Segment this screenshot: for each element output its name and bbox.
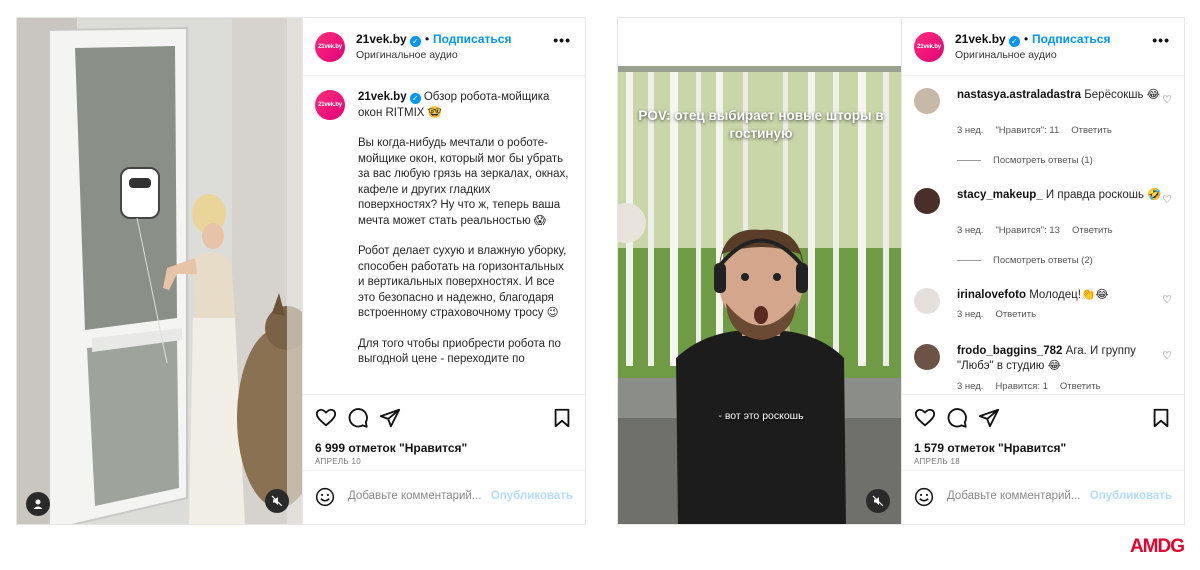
instagram-post-left: 21vek.by 21vek.by ✓ • Подписаться Оригина… <box>16 17 586 525</box>
comment-text: nastasya.astraladastra Берёсокшь 😂 <box>957 89 1161 101</box>
comment-item: frodo_baggins_782 Ага. И группу "Любэ" в… <box>914 344 1174 394</box>
verified-icon: ✓ <box>409 93 421 104</box>
video-overlay-title: POV: отец выбирает новые шторы в гостину… <box>638 108 884 141</box>
comment-meta: 3 нед. Нравится: 1 Ответить <box>957 381 1101 392</box>
user-tag-button[interactable] <box>26 492 50 516</box>
comment-icon[interactable] <box>347 407 369 429</box>
caption-body: 21vek.by ✓ Обзор робота-мойщика окон RITM… <box>358 90 571 368</box>
comment-text: irinalovefoto Молодец!👏😂 <box>957 289 1109 301</box>
instagram-post-right: POV: отец выбирает новые шторы в гостину… <box>617 17 1185 525</box>
smile-icon[interactable] <box>315 487 335 507</box>
follow-button[interactable]: Подписаться <box>433 32 511 46</box>
comment-heart-icon[interactable]: ♡ <box>1162 349 1172 362</box>
comments-list: nastasya.astraladastra Берёсокшь 😂 3 нед… <box>902 76 1184 394</box>
caption-paragraph: Для того чтобы приобрести робота по выго… <box>358 337 561 366</box>
post-date: АПРЕЛЬ 18 <box>914 457 960 466</box>
publish-button[interactable]: Опубликовать <box>491 490 573 502</box>
account-avatar[interactable]: 21vek.by <box>315 32 345 62</box>
post-sidebar: 21vek.by 21vek.by ✓ • Подписаться Оригина… <box>302 18 585 524</box>
comment-heart-icon[interactable]: ♡ <box>1162 193 1172 206</box>
username[interactable]: 21vek.by ✓ <box>356 32 421 47</box>
heart-icon[interactable] <box>914 407 936 429</box>
post-header: 21vek.by 21vek.by ✓ • Подписаться Оригина… <box>303 18 585 76</box>
caption-avatar[interactable]: 21vek.by <box>315 90 345 120</box>
account-avatar[interactable]: 21vek.by <box>914 32 944 62</box>
comment-item: nastasya.astraladastra Берёсокшь 😂 3 нед… <box>914 88 1174 168</box>
user-icon <box>33 499 43 509</box>
share-icon[interactable] <box>379 407 401 429</box>
separator-dot: • <box>1024 32 1029 46</box>
publish-button[interactable]: Опубликовать <box>1090 490 1172 502</box>
post-date: АПРЕЛЬ 10 <box>315 457 361 466</box>
likes-count[interactable]: 6 999 отметок "Нравится" <box>315 441 467 455</box>
separator-dot: • <box>425 32 430 46</box>
more-options-icon[interactable]: ••• <box>553 32 571 48</box>
comment-input[interactable]: Добавьте комментарий... <box>947 490 1080 502</box>
caption-paragraph: Вы когда-нибудь мечтали о роботе-мойщике… <box>358 137 569 227</box>
audio-link[interactable]: Оригинальное аудио <box>356 49 458 61</box>
more-options-icon[interactable]: ••• <box>1152 32 1170 48</box>
mute-icon <box>872 495 884 507</box>
comment-text: frodo_baggins_782 Ага. И группу "Любэ" в… <box>957 345 1136 372</box>
view-replies-link[interactable]: Посмотреть ответы (2) <box>957 255 1093 266</box>
post-media-video[interactable]: POV: отец выбирает новые шторы в гостину… <box>618 18 904 524</box>
view-replies-link[interactable]: Посмотреть ответы (1) <box>957 155 1093 166</box>
mute-button[interactable] <box>866 489 890 513</box>
verified-icon: ✓ <box>409 36 421 47</box>
post-sidebar: 21vek.by 21vek.by ✓ • Подписаться Оригина… <box>901 18 1184 524</box>
video-subtitle: - вот это роскошь <box>718 410 804 422</box>
caption-username[interactable]: 21vek.by <box>358 91 407 103</box>
mute-icon <box>271 495 283 507</box>
commenter-avatar[interactable] <box>914 88 940 114</box>
video-frame-window-cleaning <box>17 18 303 524</box>
caption-paragraph: Робот делает сухую и влажную уборку, спо… <box>358 245 567 319</box>
post-media-video[interactable] <box>17 18 303 524</box>
commenter-avatar[interactable] <box>914 288 940 314</box>
add-comment-bar: Добавьте комментарий... Опубликовать <box>902 470 1184 524</box>
comment-meta: 3 нед. "Нравится": 13 Ответить <box>957 225 1113 236</box>
post-caption: 21vek.by 21vek.by ✓ Обзор робота-мойщика … <box>303 76 585 394</box>
username[interactable]: 21vek.by ✓ <box>955 32 1020 47</box>
follow-button[interactable]: Подписаться <box>1032 32 1110 46</box>
post-actions: 1 579 отметок "Нравится" АПРЕЛЬ 18 <box>902 394 1184 472</box>
comment-text: stacy_makeup_ И правда роскошь 🤣 <box>957 189 1162 201</box>
audio-link[interactable]: Оригинальное аудио <box>955 49 1057 61</box>
video-frame-birch-curtains <box>618 18 904 524</box>
mute-button[interactable] <box>265 489 289 513</box>
comment-heart-icon[interactable]: ♡ <box>1162 293 1172 306</box>
share-icon[interactable] <box>978 407 1000 429</box>
post-header: 21vek.by 21vek.by ✓ • Подписаться Оригина… <box>902 18 1184 76</box>
comment-input[interactable]: Добавьте комментарий... <box>348 490 481 502</box>
comment-item: irinalovefoto Молодец!👏😂 3 нед. Ответить … <box>914 288 1174 328</box>
bookmark-icon[interactable] <box>1150 407 1172 429</box>
commenter-avatar[interactable] <box>914 344 940 370</box>
smile-icon[interactable] <box>914 487 934 507</box>
verified-icon: ✓ <box>1008 36 1020 47</box>
post-actions: 6 999 отметок "Нравится" АПРЕЛЬ 10 <box>303 394 585 472</box>
comment-heart-icon[interactable]: ♡ <box>1162 93 1172 106</box>
commenter-avatar[interactable] <box>914 188 940 214</box>
likes-count[interactable]: 1 579 отметок "Нравится" <box>914 441 1066 455</box>
comment-icon[interactable] <box>946 407 968 429</box>
heart-icon[interactable] <box>315 407 337 429</box>
comment-meta: 3 нед. "Нравится": 11 Ответить <box>957 125 1112 136</box>
comment-item: stacy_makeup_ И правда роскошь 🤣 3 нед. "… <box>914 188 1174 268</box>
comment-meta: 3 нед. Ответить <box>957 309 1037 320</box>
bookmark-icon[interactable] <box>551 407 573 429</box>
add-comment-bar: Добавьте комментарий... Опубликовать <box>303 470 585 524</box>
brand-logo: AMDG <box>1129 536 1185 557</box>
